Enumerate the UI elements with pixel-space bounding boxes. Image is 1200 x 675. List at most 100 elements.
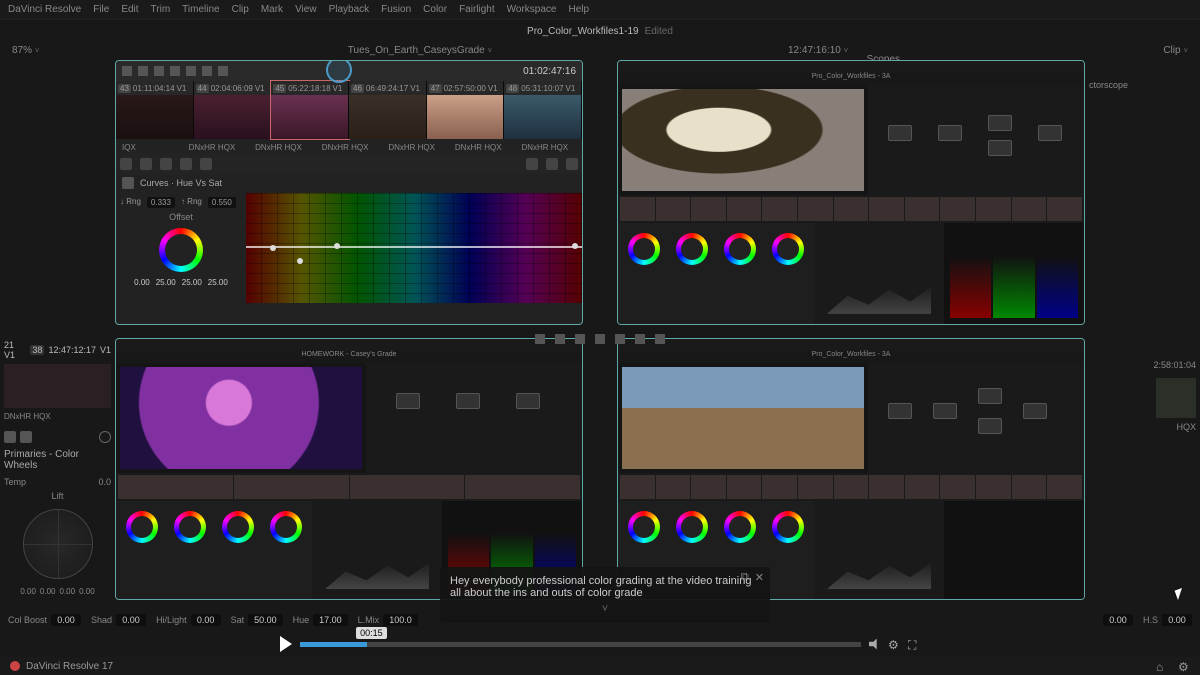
tool-3[interactable] <box>160 158 172 170</box>
tool-r3[interactable] <box>566 158 578 170</box>
hilight-value[interactable]: 0.00 <box>191 614 221 626</box>
sat-value[interactable]: 50.00 <box>248 614 283 626</box>
hs-value[interactable]: 0.00 <box>1162 614 1192 626</box>
menu-view[interactable]: View <box>295 4 317 15</box>
lift-wheel[interactable] <box>23 509 93 579</box>
clip-name[interactable]: Tues_On_Earth_CaseysGrade <box>348 45 485 56</box>
video-play-button[interactable] <box>280 636 292 652</box>
caption-popout-icon[interactable]: ⧉ <box>741 571 749 584</box>
add-icon[interactable] <box>99 431 111 443</box>
br-thumbs[interactable] <box>618 473 1084 501</box>
stop-button[interactable] <box>154 66 164 76</box>
tool-5[interactable] <box>200 158 212 170</box>
menu-edit[interactable]: Edit <box>121 4 138 15</box>
step-back-icon[interactable] <box>555 334 565 344</box>
menu-playback[interactable]: Playback <box>329 4 370 15</box>
br-node-graph[interactable] <box>868 363 1084 473</box>
caption-chevron-icon[interactable]: ˅ <box>450 603 760 615</box>
window-icon[interactable] <box>20 431 32 443</box>
tr-node-graph[interactable] <box>868 85 1084 195</box>
prev-button[interactable] <box>138 66 148 76</box>
rng-lo[interactable]: 0.333 <box>147 197 175 208</box>
caption-close-icon[interactable]: ✕ <box>755 571 764 584</box>
tr-curves[interactable] <box>814 223 944 324</box>
tool-r2[interactable] <box>546 158 558 170</box>
settings-gear-icon[interactable]: ⚙ <box>888 638 900 650</box>
bl-viewer-image[interactable] <box>120 367 362 469</box>
loop-button[interactable] <box>218 66 228 76</box>
goto-end-icon[interactable] <box>635 334 645 344</box>
project-settings-icon[interactable]: ⚙ <box>1178 660 1190 672</box>
temp-value[interactable]: 0.0 <box>98 477 111 487</box>
menu-mark[interactable]: Mark <box>261 4 283 15</box>
menu-trim[interactable]: Trim <box>151 4 171 15</box>
last-frame-button[interactable] <box>202 66 212 76</box>
tr-viewer-image[interactable] <box>622 89 864 191</box>
mode-select[interactable]: Clip <box>1163 45 1180 56</box>
tool-1[interactable] <box>120 158 132 170</box>
menu-workspace[interactable]: Workspace <box>507 4 557 15</box>
menu-fairlight[interactable]: Fairlight <box>459 4 495 15</box>
tool-4[interactable] <box>180 158 192 170</box>
br-scope <box>944 501 1084 599</box>
menu-app[interactable]: DaVinci Resolve <box>8 4 81 15</box>
next-button[interactable] <box>186 66 196 76</box>
clip-45[interactable]: 4505:22:18:18V1 <box>271 81 349 139</box>
side-thumb[interactable] <box>4 364 111 408</box>
colboost-value[interactable]: 0.00 <box>51 614 81 626</box>
menu-bar: DaVinci Resolve File Edit Trim Timeline … <box>0 0 1200 18</box>
first-frame-button[interactable] <box>122 66 132 76</box>
volume-icon[interactable] <box>869 639 880 650</box>
clip-43[interactable]: 4301:11:04:14V1 <box>116 81 194 139</box>
br-curves[interactable] <box>814 501 944 599</box>
project-name: Pro_Color_Workfiles1-19 <box>527 26 639 37</box>
clip-48[interactable]: 4805:31:10:07V1 <box>504 81 582 139</box>
menu-color[interactable]: Color <box>423 4 447 15</box>
zoom-level[interactable]: 87% <box>12 45 32 56</box>
offset-wheel[interactable] <box>159 228 203 272</box>
tr-thumbs[interactable] <box>618 195 1084 223</box>
caption-overlay: ⧉ ✕ Hey everybody professional color gra… <box>440 567 770 623</box>
shad-value[interactable]: 0.00 <box>116 614 146 626</box>
play-icon[interactable] <box>595 334 605 344</box>
menu-clip[interactable]: Clip <box>232 4 249 15</box>
hue-vs-sat-curve[interactable] <box>246 193 582 303</box>
param-r1[interactable]: 0.00 <box>1103 614 1133 626</box>
curve-area: ↓ Rng0.333↑ Rng0.550 Offset 0.00 25.00 2… <box>116 193 582 303</box>
transport-bar <box>115 330 1085 348</box>
menu-help[interactable]: Help <box>568 4 589 15</box>
stop-icon[interactable] <box>575 334 585 344</box>
right-thumb[interactable] <box>1156 378 1196 418</box>
home-icon[interactable]: ⌂ <box>1156 660 1168 672</box>
clip-47[interactable]: 4702:57:50:00V1 <box>427 81 505 139</box>
bl-color-wheels[interactable] <box>116 501 312 599</box>
rng-hi[interactable]: 0.550 <box>208 197 236 208</box>
menu-timeline[interactable]: Timeline <box>182 4 219 15</box>
br-viewer-image[interactable] <box>622 367 864 469</box>
video-seek-track[interactable]: 00:15 <box>300 642 861 647</box>
menu-fusion[interactable]: Fusion <box>381 4 411 15</box>
curves-label[interactable]: Curves · Hue Vs Sat <box>140 178 222 188</box>
tr-parade-scope <box>944 223 1084 324</box>
goto-start-icon[interactable] <box>535 334 545 344</box>
tr-color-wheels[interactable] <box>618 223 814 324</box>
fullscreen-icon[interactable]: ⛶ <box>908 638 920 650</box>
bl-title: HOMEWORK - Casey's Grade <box>116 351 582 363</box>
lmix-value[interactable]: 100.0 <box>383 614 418 626</box>
video-player-bar: 00:15 ⚙ ⛶ <box>280 631 920 657</box>
bl-thumbs[interactable] <box>116 473 582 501</box>
menu-file[interactable]: File <box>93 4 109 15</box>
clip-44[interactable]: 4402:04:06:09V1 <box>194 81 272 139</box>
bl-curves[interactable] <box>312 501 442 599</box>
loop-icon[interactable] <box>655 334 665 344</box>
hue-value[interactable]: 17.00 <box>313 614 348 626</box>
app-version: DaVinci Resolve 17 <box>26 661 113 672</box>
clip-46[interactable]: 4606:49:24:17V1 <box>349 81 427 139</box>
play-button[interactable] <box>170 66 180 76</box>
qualifier-icon[interactable] <box>4 431 16 443</box>
curve-mode-icon[interactable] <box>122 177 134 189</box>
eyedropper-icon[interactable] <box>140 158 152 170</box>
tool-r1[interactable] <box>526 158 538 170</box>
step-fwd-icon[interactable] <box>615 334 625 344</box>
bl-node-graph[interactable] <box>366 363 582 473</box>
